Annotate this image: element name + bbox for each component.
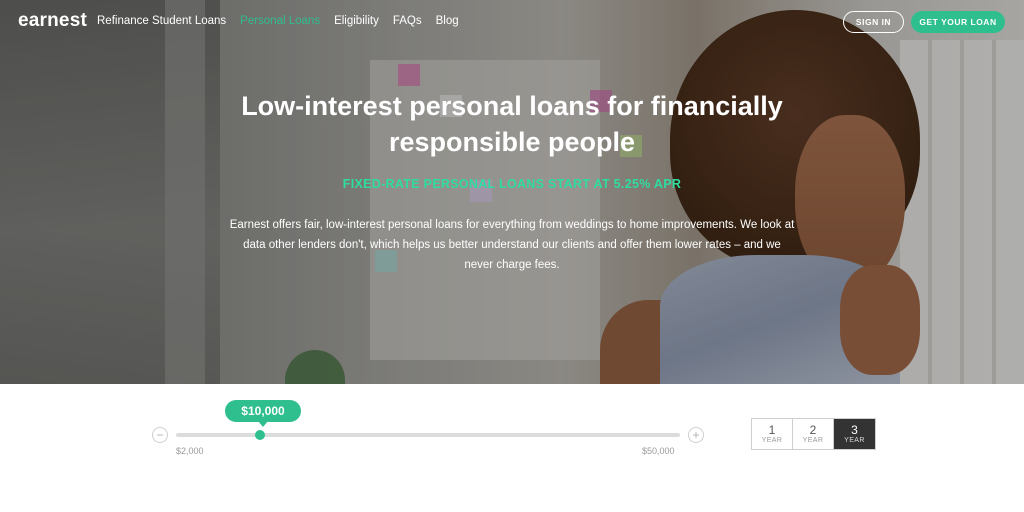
loan-amount-slider-thumb[interactable] xyxy=(255,430,265,440)
term-number: 2 xyxy=(809,423,817,437)
nav-link-blog[interactable]: Blog xyxy=(436,15,459,27)
sign-in-button[interactable]: SIGN IN xyxy=(843,11,904,33)
nav-link-refinance-student-loans[interactable]: Refinance Student Loans xyxy=(97,15,226,27)
term-option-1-year[interactable]: 1 YEAR xyxy=(752,419,793,449)
hero-title: Low-interest personal loans for financia… xyxy=(212,88,812,160)
loan-amount-slider-track[interactable] xyxy=(176,433,680,437)
term-option-3-year[interactable]: 3 YEAR xyxy=(834,419,875,449)
loan-amount-bubble-tip xyxy=(258,421,268,427)
term-unit: YEAR xyxy=(844,437,865,444)
loan-term-selector: 1 YEAR 2 YEAR 3 YEAR xyxy=(751,418,876,450)
hero-title-line-1: Low-interest personal loans for financia… xyxy=(241,91,783,121)
term-option-2-year[interactable]: 2 YEAR xyxy=(793,419,834,449)
plus-icon[interactable]: + xyxy=(688,427,704,443)
get-your-loan-button[interactable]: GET YOUR LOAN xyxy=(911,11,1005,33)
minus-icon[interactable]: − xyxy=(152,427,168,443)
nav-link-eligibility[interactable]: Eligibility xyxy=(334,15,379,27)
earnest-logo[interactable]: earnest xyxy=(18,10,87,32)
nav-links: Refinance Student Loans Personal Loans E… xyxy=(97,15,459,27)
hero-overlay xyxy=(0,0,1024,384)
hero-description: Earnest offers fair, low-interest person… xyxy=(229,219,795,271)
top-navigation: earnest Refinance Student Loans Personal… xyxy=(0,0,1024,44)
term-number: 1 xyxy=(768,423,776,437)
nav-link-personal-loans[interactable]: Personal Loans xyxy=(240,15,320,27)
term-unit: YEAR xyxy=(761,437,783,444)
loan-amount-bubble: $10,000 xyxy=(225,400,301,422)
nav-link-faqs[interactable]: FAQs xyxy=(393,15,422,27)
term-unit: YEAR xyxy=(802,437,824,444)
hero-title-line-2: responsible people xyxy=(388,127,636,157)
hero-subtitle: FIXED-RATE PERSONAL LOANS START AT 5.25%… xyxy=(342,177,682,191)
slider-max-label: $50,000 xyxy=(642,446,675,456)
hero-banner: Low-interest personal loans for financia… xyxy=(0,0,1024,384)
slider-min-label: $2,000 xyxy=(176,446,204,456)
term-number: 3 xyxy=(851,423,858,437)
loan-calculator: $10,000 − + $2,000 $50,000 1 YEAR 2 YEAR… xyxy=(0,384,1024,512)
